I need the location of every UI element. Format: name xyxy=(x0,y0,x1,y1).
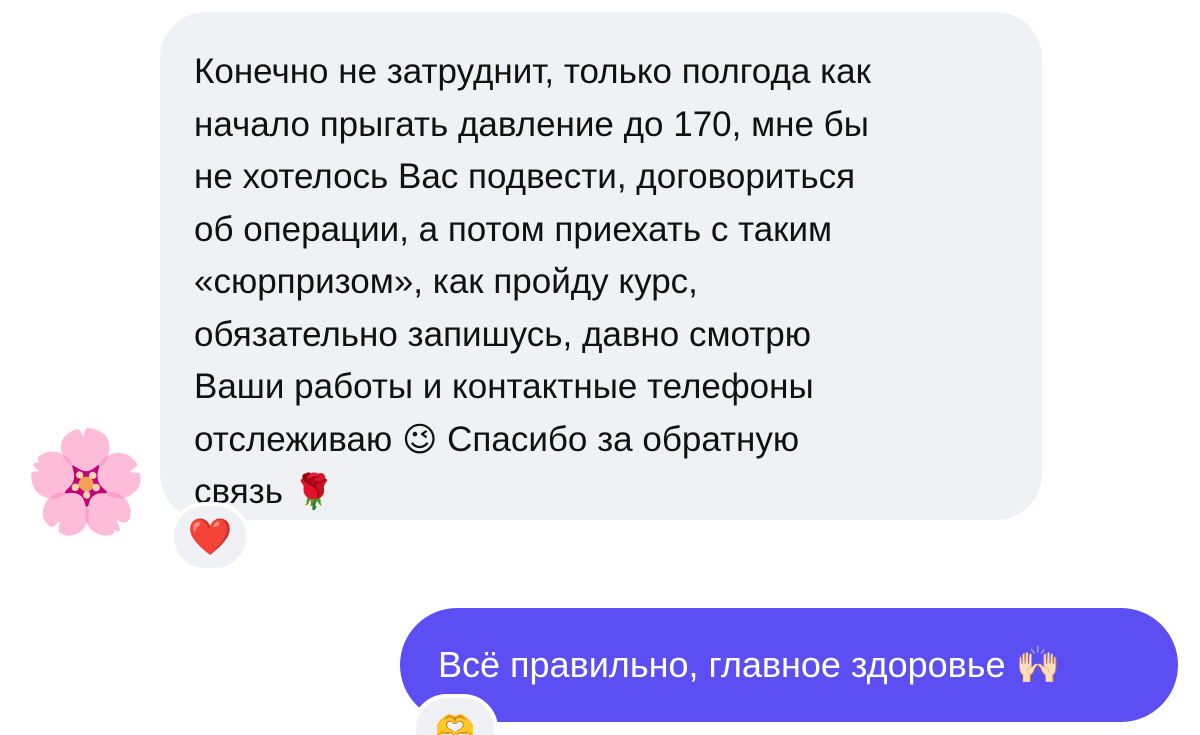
message-text: отслеживаю xyxy=(194,419,393,459)
cherry-blossom-icon: 🌸 xyxy=(23,426,149,538)
message-line: «сюрпризом», как пройду курс, xyxy=(194,262,698,301)
message-line: связь 🌹 xyxy=(194,466,1008,519)
outgoing-message-bubble[interactable]: Всё правильно, главное здоровье 🙌🏻 xyxy=(400,608,1178,722)
message-line: Ваши работы и контактные телефоны xyxy=(194,367,814,406)
message-line: не хотелось Вас подвести, договориться xyxy=(194,157,856,196)
heart-icon: ❤️ xyxy=(187,516,233,557)
message-line: начало прыгать давление до 170, мне бы xyxy=(194,104,869,144)
message-line: отслеживаю 😉 Спасибо за обратную xyxy=(194,414,1008,467)
incoming-reaction-badge[interactable]: ❤️ xyxy=(170,502,250,572)
chat-thread: 🌸 Конечно не затруднит, только полгода к… xyxy=(0,0,1200,735)
incoming-message-bubble[interactable]: Конечно не затруднит, только полгода как… xyxy=(160,12,1042,520)
heart-hands-icon: 🫶 xyxy=(435,709,475,735)
outgoing-message-text: Всё правильно, главное здоровье xyxy=(438,644,1006,685)
message-text: Всё правильно, главное здоровье 🙌🏻 xyxy=(438,644,1060,686)
message-line: обязательно запишусь, давно смотрю xyxy=(194,314,811,354)
raising-hands-icon: 🙌🏻 xyxy=(1015,644,1061,685)
sender-avatar[interactable]: 🌸 xyxy=(23,420,149,544)
message-line: Конечно не затруднит, только полгода как xyxy=(194,52,871,91)
message-line: об операции, а потом приехать с таким xyxy=(194,209,833,249)
rose-icon: 🌹 xyxy=(292,473,336,511)
message-text: Спасибо за обратную xyxy=(447,419,800,459)
winking-face-icon: 😉 xyxy=(401,420,438,459)
